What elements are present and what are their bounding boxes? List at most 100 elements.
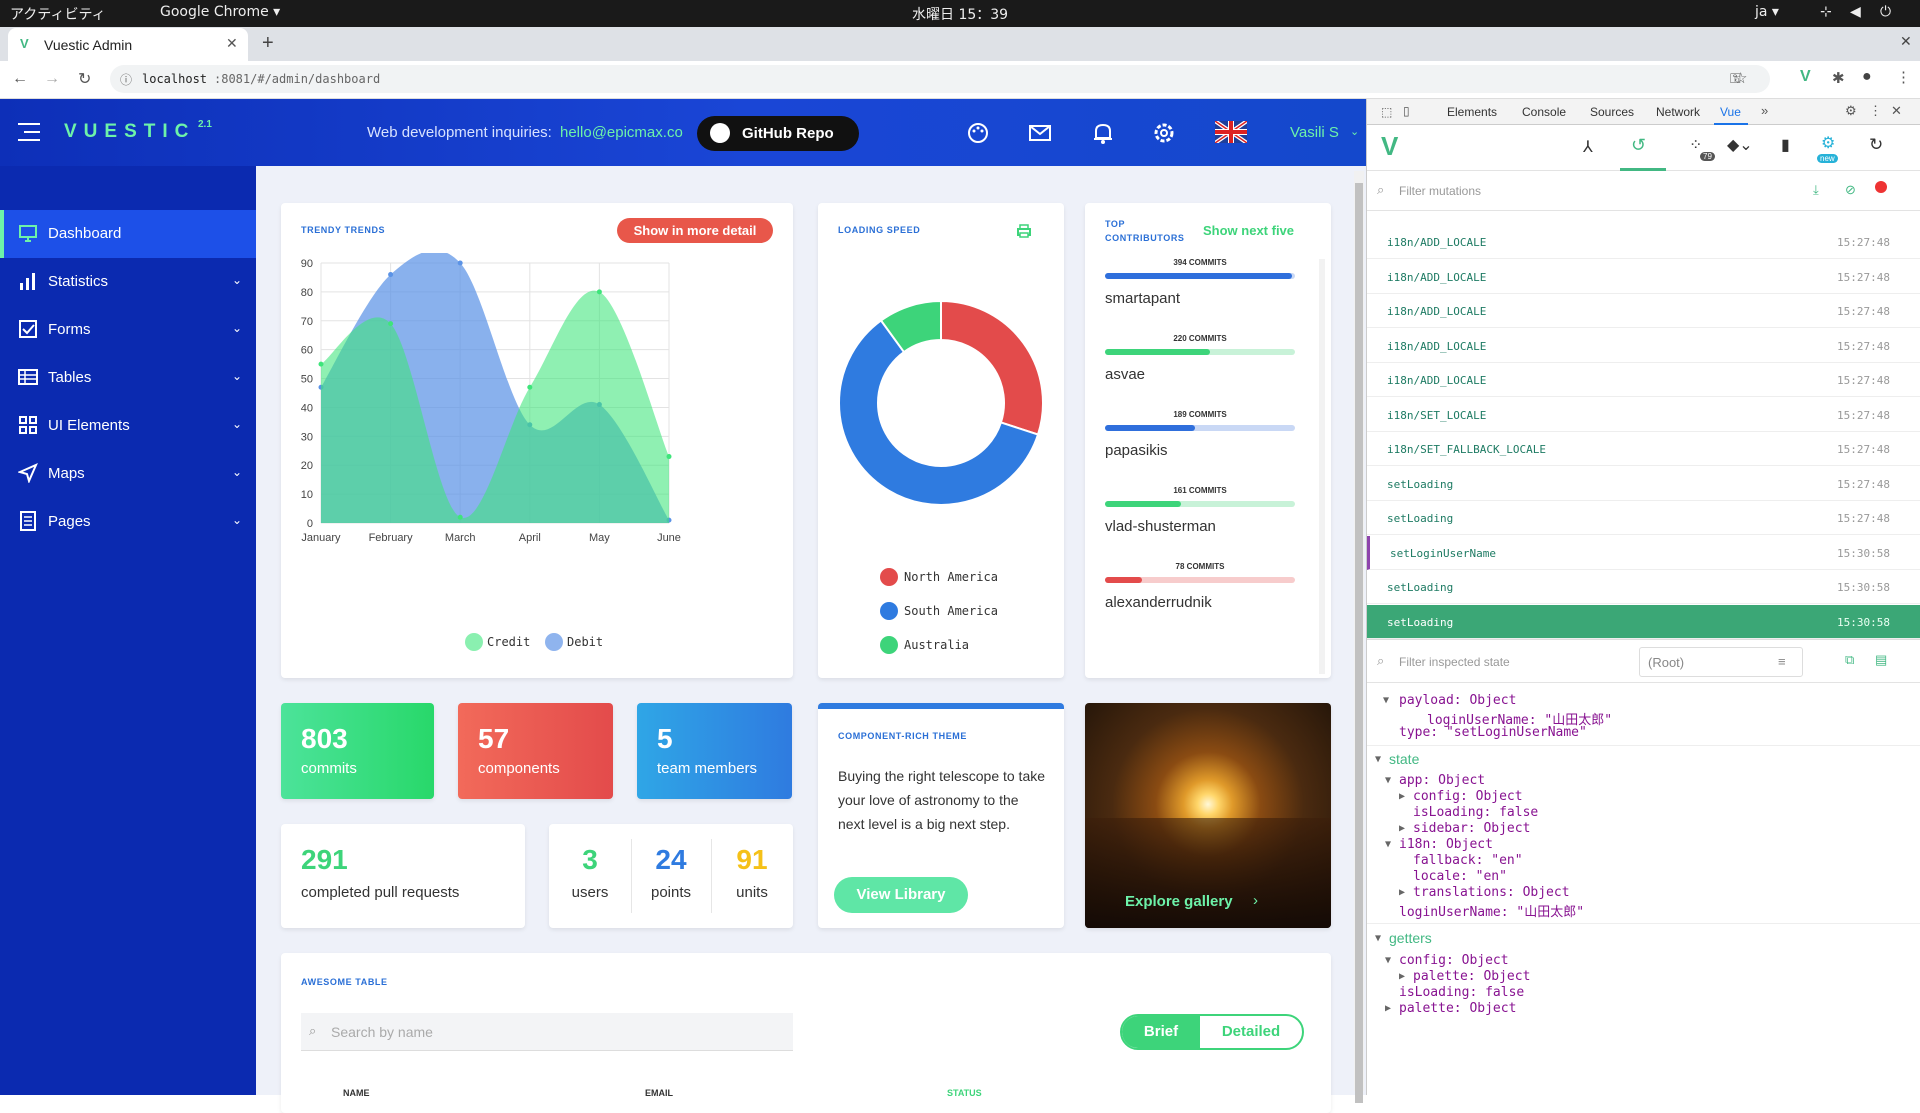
window-close-icon[interactable]: ✕	[1900, 33, 1912, 50]
inspect-element-icon[interactable]: ⬚	[1381, 105, 1392, 119]
filter-state-input[interactable]: Filter inspected state	[1399, 655, 1510, 669]
devtools-settings-icon[interactable]: ⚙	[1845, 103, 1857, 119]
expand-arrow-icon[interactable]: ▼	[1385, 955, 1391, 966]
language-indicator[interactable]: ja ▾	[1755, 4, 1779, 20]
sidebar-item-tables[interactable]: Tables ⌄	[0, 354, 256, 402]
vue-extension-icon[interactable]: V	[1800, 68, 1811, 86]
new-tab-button[interactable]: +	[262, 32, 274, 55]
devtools-menu-icon[interactable]: ⋮	[1869, 103, 1882, 119]
contributors-scrollbar[interactable]	[1319, 259, 1325, 674]
reload-icon[interactable]: ↻	[78, 69, 91, 89]
expand-arrow-icon[interactable]: ▼	[1375, 933, 1381, 944]
mutation-row[interactable]: i18n/ADD_LOCALE 15:27:48	[1367, 260, 1920, 294]
print-icon[interactable]	[1016, 223, 1032, 239]
tab-network[interactable]: Network	[1656, 105, 1700, 119]
key-icon[interactable]: ⚿	[1730, 70, 1741, 87]
mutation-row[interactable]: i18n/ADD_LOCALE 15:27:48	[1367, 225, 1920, 259]
network-icon[interactable]: ⊹	[1820, 4, 1832, 20]
collapse-arrow-icon[interactable]: ▶	[1399, 887, 1405, 898]
language-flag-uk-icon[interactable]	[1215, 121, 1247, 143]
mutation-row[interactable]: i18n/ADD_LOCALE 15:27:48	[1367, 294, 1920, 328]
column-header-email[interactable]: EMAIL	[645, 1088, 673, 1098]
mutation-row[interactable]: setLoading 15:30:58	[1367, 604, 1920, 639]
sidebar-item-statistics[interactable]: Statistics ⌄	[0, 258, 256, 306]
sidebar-item-ui-elements[interactable]: UI Elements ⌄	[0, 402, 256, 450]
url-bar[interactable]: ⓘ localhost :8081/#/admin/dashboard ☆	[110, 65, 1770, 93]
menu-toggle-icon[interactable]	[18, 123, 40, 141]
vuex-history-icon[interactable]: ↺	[1631, 135, 1646, 156]
expand-arrow-icon[interactable]: ▼	[1385, 839, 1391, 850]
user-menu[interactable]: Vasili S	[1290, 124, 1339, 141]
show-next-five-link[interactable]: Show next five	[1203, 223, 1294, 238]
power-icon[interactable]: ⏻	[1880, 4, 1891, 20]
copy-icon[interactable]: ⧉	[1845, 652, 1854, 668]
forward-icon[interactable]: →	[44, 70, 60, 88]
activities-button[interactable]: アクティビティ	[10, 4, 106, 24]
volume-icon[interactable]: ◀	[1850, 4, 1861, 20]
notification-bell-icon[interactable]	[1090, 120, 1116, 146]
column-header-status[interactable]: STATUS	[947, 1088, 982, 1098]
detailed-toggle-button[interactable]: Detailed	[1200, 1016, 1302, 1048]
mutation-row[interactable]: i18n/SET_FALLBACK_LOCALE 15:27:48	[1367, 432, 1920, 466]
github-button[interactable]: GitHub Repo	[697, 116, 859, 151]
paste-icon[interactable]: ▤	[1875, 652, 1887, 668]
components-tab-icon[interactable]: ⅄	[1583, 137, 1593, 157]
expand-arrow-icon[interactable]: ▼	[1375, 754, 1381, 765]
events-tab-icon[interactable]: ⁘	[1689, 135, 1702, 155]
collapse-arrow-icon[interactable]: ▶	[1399, 971, 1405, 982]
search-input[interactable]: ⌕ Search by name	[301, 1013, 793, 1051]
brief-toggle-button[interactable]: Brief	[1122, 1016, 1200, 1048]
chrome-menu-icon[interactable]: ⋮	[1896, 68, 1911, 86]
more-tabs-icon[interactable]: »	[1761, 103, 1768, 118]
mutation-row[interactable]: setLoginUserName 15:30:58	[1367, 535, 1920, 570]
user-chevron-icon[interactable]: ⌄	[1350, 125, 1359, 138]
clock[interactable]: 水曜日 15：39	[912, 4, 1008, 24]
inquiry-email-link[interactable]: hello@epicmax.co	[560, 124, 683, 141]
show-more-detail-button[interactable]: Show in more detail	[617, 218, 773, 243]
performance-tab-icon[interactable]: ▮	[1781, 135, 1790, 155]
mutation-row[interactable]: setLoading 15:27:48	[1367, 501, 1920, 535]
column-header-name[interactable]: NAME	[343, 1088, 370, 1098]
sidebar-item-maps[interactable]: Maps ⌄	[0, 450, 256, 498]
mutation-row[interactable]: setLoading 15:27:48	[1367, 467, 1920, 501]
logo[interactable]: VUESTIC	[64, 121, 195, 143]
collapse-arrow-icon[interactable]: ▶	[1399, 791, 1405, 802]
extensions-icon[interactable]: ✱	[1832, 69, 1845, 87]
tab-elements[interactable]: Elements	[1447, 105, 1497, 119]
back-icon[interactable]: ←	[12, 70, 28, 88]
devtools-close-icon[interactable]: ✕	[1891, 103, 1902, 119]
revert-all-icon[interactable]: ⊘	[1845, 182, 1856, 198]
explore-gallery-button[interactable]: Explore gallery ›	[1125, 892, 1275, 915]
commit-all-icon[interactable]: ⤓	[1813, 182, 1819, 198]
close-tab-icon[interactable]: ✕	[226, 35, 238, 52]
tab-sources[interactable]: Sources	[1590, 105, 1634, 119]
info-icon[interactable]: ⓘ	[120, 71, 132, 88]
collapse-arrow-icon[interactable]: ▶	[1399, 823, 1405, 834]
sidebar-item-dashboard[interactable]: Dashboard	[0, 210, 256, 258]
expand-arrow-icon[interactable]: ▼	[1383, 695, 1389, 706]
app-menu[interactable]: Google Chrome ▾	[160, 4, 280, 20]
tab-vue[interactable]: Vue	[1720, 105, 1741, 119]
mutation-row[interactable]: i18n/ADD_LOCALE 15:27:48	[1367, 329, 1920, 363]
filter-mutations-input[interactable]: Filter mutations	[1399, 184, 1481, 198]
tab-console[interactable]: Console	[1522, 105, 1566, 119]
mail-icon[interactable]	[1028, 121, 1052, 145]
mutation-row[interactable]: i18n/ADD_LOCALE 15:27:48	[1367, 363, 1920, 397]
sidebar-item-pages[interactable]: Pages ⌄	[0, 498, 256, 546]
view-library-button[interactable]: View Library	[834, 877, 968, 913]
expand-arrow-icon[interactable]: ▼	[1385, 775, 1391, 786]
main-scrollbar[interactable]	[1354, 171, 1364, 1103]
mutation-row[interactable]: i18n/SET_LOCALE 15:27:48	[1367, 398, 1920, 432]
mutation-row[interactable]: setLoading 15:30:58	[1367, 570, 1920, 604]
routing-tab-icon[interactable]: ◆⌄	[1727, 135, 1753, 155]
settings-gear-icon[interactable]	[1152, 121, 1176, 145]
root-select[interactable]: (Root) ≡	[1639, 647, 1803, 677]
browser-tab[interactable]: V Vuestic Admin ✕	[8, 28, 248, 61]
record-icon[interactable]	[1875, 181, 1887, 193]
profile-icon[interactable]: ●	[1862, 68, 1872, 86]
sidebar-item-forms[interactable]: Forms ⌄	[0, 306, 256, 354]
settings-tab-icon[interactable]: ⚙	[1821, 133, 1835, 153]
refresh-icon[interactable]: ↻	[1869, 135, 1883, 155]
collapse-arrow-icon[interactable]: ▶	[1385, 1003, 1391, 1014]
palette-icon[interactable]	[966, 121, 990, 145]
